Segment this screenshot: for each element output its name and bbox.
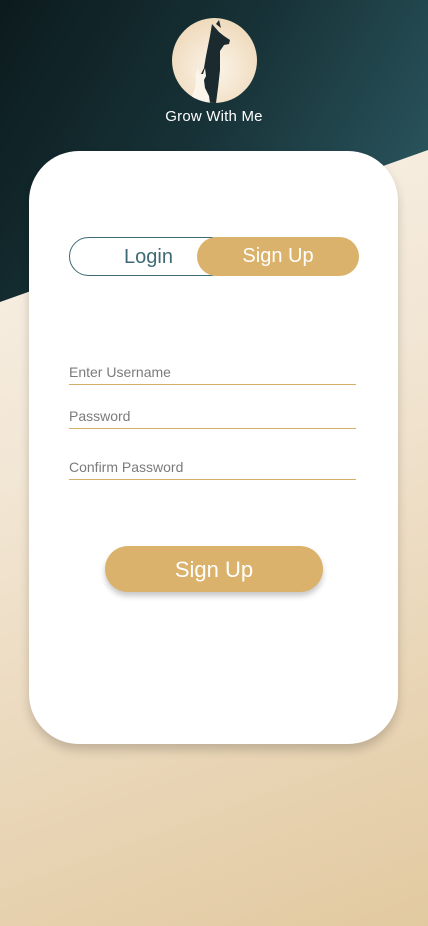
auth-mode-toggle: Login Sign Up (69, 237, 359, 276)
signup-button-label: Sign Up (174, 557, 254, 582)
brand-name: Grow With Me (165, 108, 263, 125)
auth-card: Login Sign Up Sign Up (29, 151, 398, 744)
signup-tab-label: Sign Up (242, 245, 314, 267)
password-input[interactable] (69, 408, 356, 428)
pet-silhouette-icon (192, 20, 230, 103)
signup-tab[interactable]: Sign Up (197, 237, 359, 276)
confirm-password-input[interactable] (69, 459, 356, 479)
password-field-wrapper (69, 408, 356, 429)
username-input[interactable] (69, 364, 356, 384)
brand-logo (172, 18, 257, 103)
confirm-password-field-wrapper (69, 459, 356, 480)
username-field-wrapper (69, 364, 356, 385)
signup-button[interactable]: Sign Up (105, 546, 323, 592)
